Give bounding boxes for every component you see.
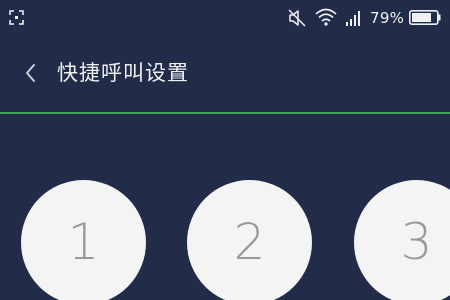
speed-dial-settings-screen: 79% 快捷呼叫设置 1 2 3 [0,0,450,300]
status-bar: 79% [0,0,450,36]
mute-icon [288,9,306,27]
speed-dial-button-3[interactable]: 3 [354,180,450,300]
battery-percent-text: 79% [370,9,405,27]
speed-dial-button-1[interactable]: 1 [21,180,146,300]
speed-dial-number: 2 [233,213,266,271]
speed-dial-button-2[interactable]: 2 [187,180,312,300]
chevron-left-icon[interactable] [22,62,38,84]
signal-icon [346,11,360,26]
speed-dial-number: 1 [67,213,100,271]
page-title: 快捷呼叫设置 [57,61,189,85]
battery-icon [409,10,441,25]
header-divider [0,112,450,114]
fullscreen-icon [9,10,24,25]
speed-dial-number: 3 [400,213,433,271]
wifi-icon [315,8,337,26]
